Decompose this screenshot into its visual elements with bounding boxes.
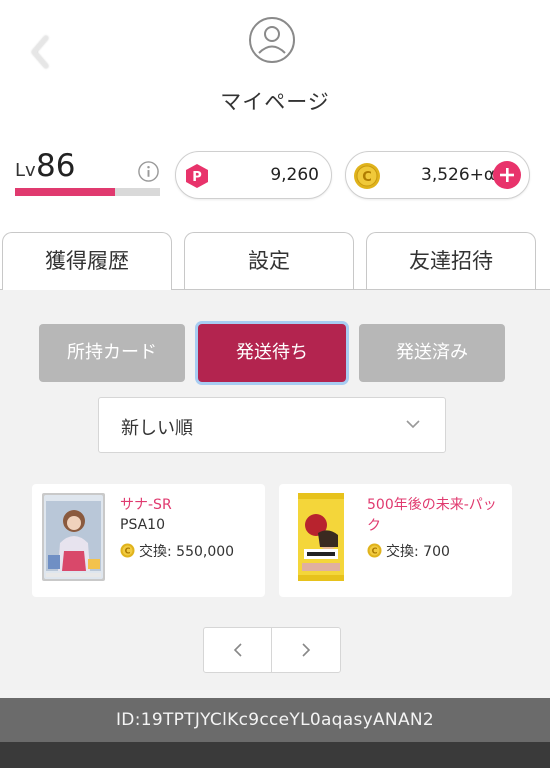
add-coins-button[interactable]	[493, 161, 521, 189]
segment-awaiting-shipment[interactable]: 発送待ち	[198, 324, 346, 382]
coin-icon: C	[367, 543, 382, 558]
card-exchange-price: C 交換: 700	[367, 541, 450, 561]
next-page-button[interactable]	[272, 628, 340, 672]
level-progress-bar	[15, 188, 160, 196]
chevron-right-icon	[302, 643, 311, 657]
profile-header: マイページ Lv 86 P 9,260 C 3,526+α 獲得履歴 設定 友達…	[0, 0, 550, 290]
sort-selected-value: 新しい順	[121, 418, 193, 439]
card-exchange-price: C 交換: 550,000	[120, 541, 234, 561]
coin-icon-letter: C	[362, 170, 372, 185]
level-progress-fill	[15, 188, 116, 196]
card-name: サナ-SR	[120, 497, 172, 513]
level-label: Lv	[15, 160, 36, 181]
points-value: 9,260	[270, 165, 319, 185]
pokemon-card-image	[42, 493, 105, 581]
segment-shipped[interactable]: 発送済み	[359, 324, 505, 382]
tab-acquisition-history[interactable]: 獲得履歴	[2, 232, 172, 290]
list-item[interactable]: 500年後の未来-パック C 交換: 700	[279, 484, 512, 597]
page-title: マイページ	[220, 90, 330, 114]
bottom-bar	[0, 742, 550, 768]
tab-settings[interactable]: 設定	[184, 232, 354, 290]
svg-text:C: C	[125, 547, 131, 556]
user-icon	[249, 17, 295, 63]
pagination	[203, 627, 341, 673]
one-piece-pack-image	[298, 493, 344, 581]
prev-page-button[interactable]	[204, 628, 272, 672]
coins-balance[interactable]: C 3,526+α	[345, 151, 530, 199]
chevron-left-icon	[32, 36, 48, 68]
coin-icon: C	[354, 163, 380, 189]
points-balance[interactable]: P 9,260	[175, 151, 332, 199]
list-item[interactable]: サナ-SR PSA10 C 交換: 550,000	[32, 484, 265, 597]
sort-select[interactable]: 新しい順	[98, 397, 446, 453]
coin-icon: C	[120, 543, 135, 558]
points-icon-letter: P	[192, 170, 202, 185]
svg-text:C: C	[372, 547, 378, 556]
back-button[interactable]	[26, 32, 54, 72]
coins-value: 3,526+α	[421, 165, 496, 185]
user-id-footer: ID:19TPTJYClKc9cceYL0aqasyANAN2	[0, 698, 550, 742]
level-value: 86	[36, 148, 76, 184]
history-panel: 所持カード 発送待ち 発送済み 新しい順 サナ-SR PSA10 C 交換: 5…	[0, 290, 550, 698]
card-price-text: 交換: 550,000	[139, 544, 235, 560]
info-icon[interactable]	[137, 160, 160, 183]
card-price-text: 交換: 700	[386, 544, 450, 560]
tab-invite-friends[interactable]: 友達招待	[366, 232, 536, 290]
card-name: 500年後の未来-パック	[367, 497, 497, 534]
card-grade: PSA10	[120, 517, 165, 533]
segment-owned-cards[interactable]: 所持カード	[39, 324, 185, 382]
chevron-left-icon	[233, 643, 242, 657]
chevron-down-icon	[406, 420, 420, 429]
points-icon: P	[186, 164, 208, 188]
plus-icon	[500, 168, 514, 182]
